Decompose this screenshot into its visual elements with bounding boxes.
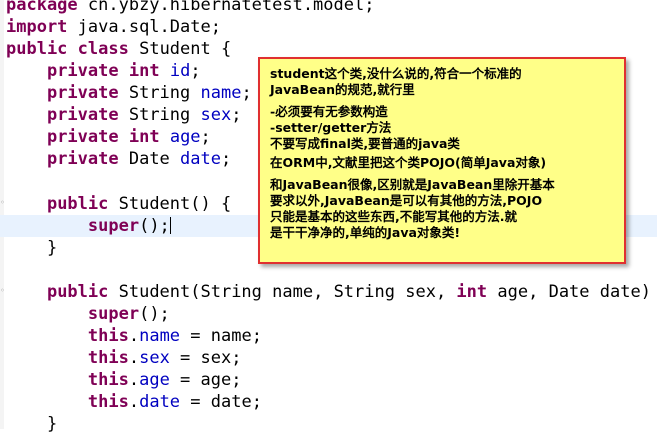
code-line-assign-sex[interactable]: this.sex = sex; (6, 347, 242, 369)
code-line-assign-name[interactable]: this.name = name; (6, 325, 262, 347)
code-line-assign-age[interactable]: this.age = age; (6, 369, 242, 391)
note-paragraph-4: 和JavaBean很像,区别就是JavaBean里除开基本 要求以外,JavaB… (270, 177, 555, 240)
code-line-field-sex[interactable]: private String sex; (6, 104, 242, 126)
note-paragraph-2: -必须要有无参数构造 -setter/getter方法 不要写成final类,要… (270, 104, 460, 151)
code-line-close-brace-2[interactable]: } (6, 413, 57, 435)
note-paragraph-3: 在ORM中,文献里把这个类POJO(简单Java对象) (270, 155, 547, 170)
code-line-field-id[interactable]: private int id; (6, 60, 201, 82)
code-line-assign-date[interactable]: this.date = date; (6, 391, 262, 413)
code-line-class-declaration[interactable]: public class Student { (6, 38, 231, 60)
code-line-field-name[interactable]: private String name; (6, 82, 252, 104)
code-line-field-age[interactable]: private int age; (6, 126, 211, 148)
note-paragraph-1: student这个类,没什么说的,符合一个标准的 JavaBean的规范,就行里 (270, 66, 522, 97)
annotation-callout: student这个类,没什么说的,符合一个标准的 JavaBean的规范,就行里… (258, 57, 626, 264)
text-caret (169, 217, 171, 234)
code-line-package[interactable]: package cn.ybzy.hibernatetest.model; (6, 0, 374, 16)
code-line-close-brace[interactable]: } (6, 237, 57, 259)
code-line-default-constructor[interactable]: public Student() { (6, 193, 231, 215)
code-line-param-constructor[interactable]: public Student(String name, String sex, … (6, 281, 657, 303)
code-line-import[interactable]: import java.sql.Date; (6, 16, 221, 38)
code-line-field-date[interactable]: private Date date; (6, 148, 231, 170)
code-line-super-call[interactable]: super(); (6, 303, 170, 325)
